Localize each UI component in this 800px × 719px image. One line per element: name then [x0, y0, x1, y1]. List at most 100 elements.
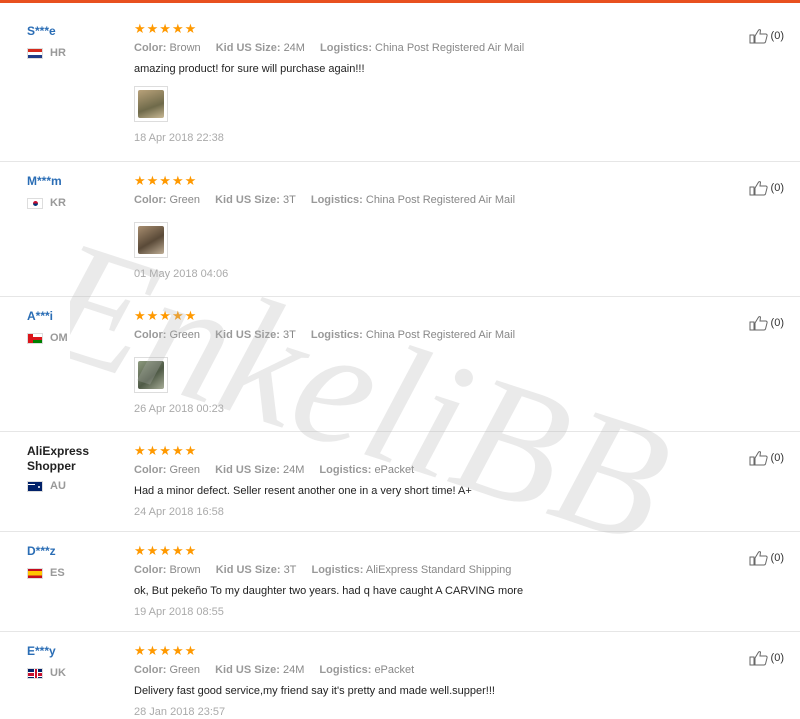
color-label: Color:: [134, 564, 167, 576]
helpful-button[interactable]: (0): [749, 650, 784, 666]
helpful-button[interactable]: (0): [749, 180, 784, 196]
flag-kr-icon: [27, 197, 43, 209]
star-rating: ★★★★★: [134, 443, 198, 458]
helpful-button[interactable]: (0): [749, 28, 784, 44]
helpful-button[interactable]: (0): [749, 315, 784, 331]
size-value: 3T: [282, 194, 296, 206]
country-code: HR: [50, 47, 66, 59]
thumbs-up-icon: [749, 29, 768, 44]
reviewer-country: AU: [27, 480, 122, 492]
country-code: OM: [50, 332, 68, 344]
top-accent-bar: [0, 0, 800, 3]
color-label: Color:: [134, 42, 167, 54]
color-label: Color:: [134, 194, 167, 206]
reviewer-name[interactable]: M***m: [27, 174, 122, 189]
thumbs-up-icon: [749, 451, 768, 466]
logistics-value: China Post Registered Air Mail: [365, 194, 516, 206]
reviewer-info: D***z ES: [27, 544, 122, 579]
reviewer-info: M***m KR: [27, 174, 122, 209]
size-label: Kid US Size:: [215, 564, 281, 576]
review-text: Delivery fast good service,my friend say…: [134, 685, 495, 697]
logistics-label: Logistics:: [310, 194, 363, 206]
helpful-count: (0): [770, 30, 784, 42]
logistics-label: Logistics:: [320, 42, 372, 54]
review-date: 18 Apr 2018 22:38: [134, 132, 224, 144]
country-code: UK: [50, 667, 66, 679]
flag-hr-icon: [27, 47, 43, 59]
order-attributes: Color: Green Kid US Size: 3T Logistics: …: [134, 194, 724, 207]
review-content: ★★★★★ Color: Green Kid US Size: 24M Logi…: [134, 644, 724, 719]
color-value: Brown: [169, 564, 201, 576]
helpful-button[interactable]: (0): [749, 550, 784, 566]
color-value: Green: [169, 194, 201, 206]
thumbs-up-icon: [749, 181, 768, 196]
reviewer-country: OM: [27, 332, 122, 344]
color-label: Color:: [134, 464, 167, 476]
color-value: Green: [169, 464, 201, 476]
helpful-count: (0): [770, 317, 784, 329]
helpful-count: (0): [770, 182, 784, 194]
helpful-count: (0): [770, 652, 784, 664]
reviewer-country: ES: [27, 567, 122, 579]
star-rating: ★★★★★: [134, 21, 198, 36]
helpful-button[interactable]: (0): [749, 450, 784, 466]
review-content: ★★★★★ Color: Green Kid US Size: 3T Logis…: [134, 174, 724, 281]
order-attributes: Color: Green Kid US Size: 3T Logistics: …: [134, 329, 724, 342]
review-date: 24 Apr 2018 16:58: [134, 506, 224, 518]
country-code: AU: [50, 480, 66, 492]
logistics-value: AliExpress Standard Shipping: [365, 564, 512, 576]
review-photo-thumbnail[interactable]: [134, 222, 168, 258]
reviewer-name[interactable]: AliExpress Shopper: [27, 444, 122, 474]
helpful-count: (0): [770, 452, 784, 464]
order-attributes: Color: Brown Kid US Size: 24M Logistics:…: [134, 42, 724, 55]
order-attributes: Color: Green Kid US Size: 24M Logistics:…: [134, 464, 724, 477]
size-label: Kid US Size:: [215, 464, 280, 476]
flag-uk-icon: [27, 667, 43, 679]
review-item: M***m KR ★★★★★ Color: Green Kid US Size:…: [0, 162, 800, 297]
country-code: KR: [50, 197, 66, 209]
review-photo-thumbnail[interactable]: [134, 357, 168, 393]
review-item: E***y UK ★★★★★ Color: Green Kid US Size:…: [0, 632, 800, 718]
review-content: ★★★★★ Color: Green Kid US Size: 24M Logi…: [134, 444, 724, 519]
size-label: Kid US Size:: [215, 194, 280, 206]
color-label: Color:: [134, 664, 167, 676]
helpful-count: (0): [770, 552, 784, 564]
color-value: Green: [169, 329, 201, 341]
star-rating: ★★★★★: [134, 543, 198, 558]
reviewer-info: E***y UK: [27, 644, 122, 679]
review-date: 26 Apr 2018 00:23: [134, 403, 224, 415]
review-item: A***i OM ★★★★★ Color: Green Kid US Size:…: [0, 297, 800, 432]
flag-es-icon: [27, 567, 43, 579]
reviewer-info: AliExpress Shopper AU: [27, 444, 122, 492]
star-rating: ★★★★★: [134, 173, 198, 188]
logistics-value: ePacket: [374, 464, 415, 476]
reviewer-country: UK: [27, 667, 122, 679]
review-date: 01 May 2018 04:06: [134, 268, 229, 280]
logistics-label: Logistics:: [319, 464, 372, 476]
color-value: Green: [169, 664, 201, 676]
review-photo-thumbnail[interactable]: [134, 86, 168, 122]
size-label: Kid US Size:: [215, 42, 281, 54]
size-label: Kid US Size:: [215, 329, 280, 341]
reviewer-name[interactable]: E***y: [27, 644, 122, 659]
logistics-value: ePacket: [374, 664, 415, 676]
order-attributes: Color: Brown Kid US Size: 3T Logistics: …: [134, 564, 724, 577]
flag-au-icon: [27, 480, 43, 492]
size-value: 3T: [283, 564, 297, 576]
logistics-label: Logistics:: [311, 564, 364, 576]
reviewer-info: S***e HR: [27, 24, 122, 59]
review-date: 28 Jan 2018 23:57: [134, 706, 226, 718]
thumbs-up-icon: [749, 651, 768, 666]
logistics-value: China Post Registered Air Mail: [365, 329, 516, 341]
review-content: ★★★★★ Color: Green Kid US Size: 3T Logis…: [134, 309, 724, 416]
review-date: 19 Apr 2018 08:55: [134, 606, 224, 618]
flag-om-icon: [27, 332, 43, 344]
reviewer-name[interactable]: A***i: [27, 309, 122, 324]
review-text: Had a minor defect. Seller resent anothe…: [134, 485, 472, 497]
reviewer-info: A***i OM: [27, 309, 122, 344]
reviewer-name[interactable]: D***z: [27, 544, 122, 559]
reviewer-name[interactable]: S***e: [27, 24, 122, 39]
color-value: Brown: [169, 42, 201, 54]
thumbs-up-icon: [749, 551, 768, 566]
size-value: 3T: [282, 329, 296, 341]
